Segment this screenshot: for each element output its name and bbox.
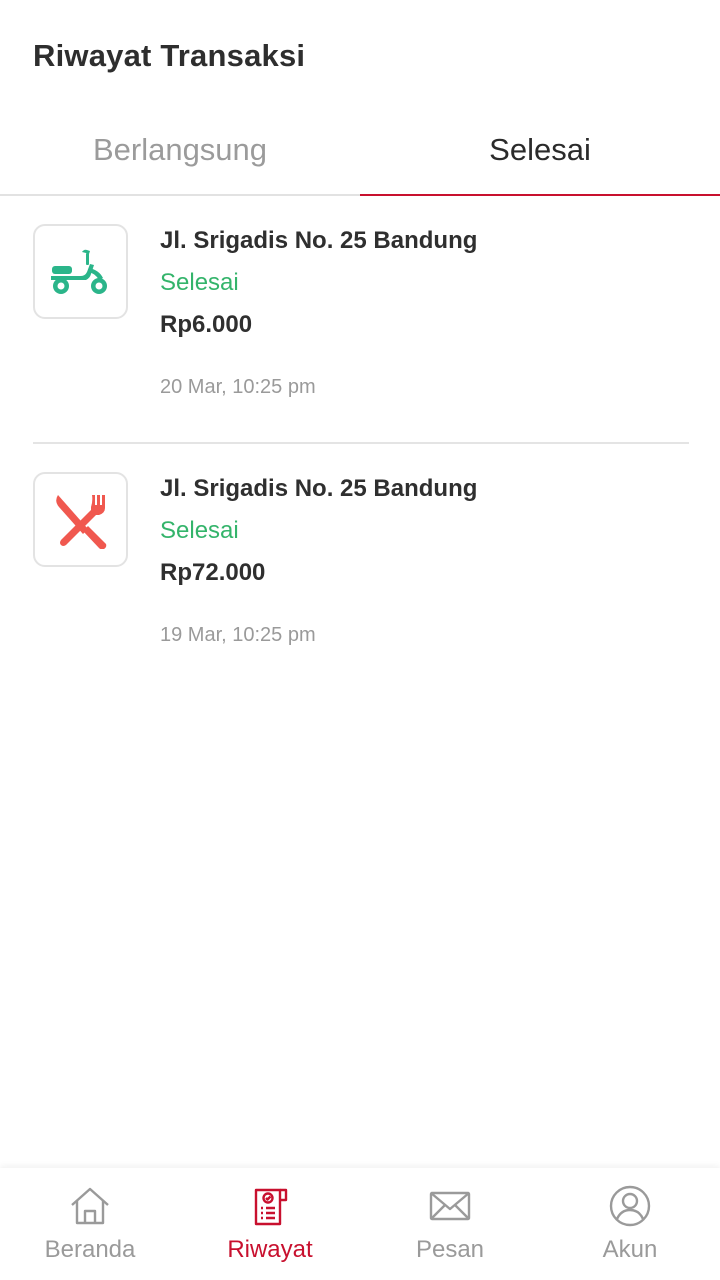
transaction-item[interactable]: Jl. Srigadis No. 25 Bandung Selesai Rp72… [33, 442, 689, 688]
transaction-list: Jl. Srigadis No. 25 Bandung Selesai Rp6.… [0, 196, 720, 688]
tab-selesai[interactable]: Selesai [360, 112, 720, 196]
transaction-status: Selesai [160, 517, 239, 544]
nav-pesan[interactable]: Pesan [360, 1168, 540, 1280]
bottom-nav: Beranda Riwayat Pesan Akun [0, 1168, 720, 1280]
service-icon-box [33, 224, 128, 319]
transaction-address: Jl. Srigadis No. 25 Bandung [160, 227, 478, 254]
nav-riwayat[interactable]: Riwayat [180, 1168, 360, 1280]
page-title: Riwayat Transaksi [33, 38, 306, 73]
nav-akun[interactable]: Akun [540, 1168, 720, 1280]
transaction-price: Rp72.000 [160, 559, 266, 586]
transaction-time: 20 Mar, 10:25 pm [160, 376, 316, 398]
transaction-address: Jl. Srigadis No. 25 Bandung [160, 475, 478, 502]
mail-icon [428, 1184, 472, 1228]
service-icon-box [33, 472, 128, 567]
history-icon [248, 1184, 292, 1228]
nav-label: Riwayat [227, 1236, 313, 1263]
transaction-price: Rp6.000 [160, 311, 253, 338]
nav-label: Beranda [44, 1236, 136, 1263]
home-icon [68, 1184, 112, 1228]
transaction-item[interactable]: Jl. Srigadis No. 25 Bandung Selesai Rp6.… [33, 196, 689, 442]
account-icon [608, 1184, 652, 1228]
transaction-details: Jl. Srigadis No. 25 Bandung Selesai Rp6.… [160, 224, 689, 402]
food-utensils-icon [55, 494, 106, 549]
transaction-time: 19 Mar, 10:25 pm [160, 624, 316, 646]
nav-label: Pesan [415, 1236, 485, 1263]
nav-beranda[interactable]: Beranda [0, 1168, 180, 1280]
tab-berlangsung[interactable]: Berlangsung [0, 112, 360, 196]
scooter-icon [50, 249, 107, 294]
transaction-details: Jl. Srigadis No. 25 Bandung Selesai Rp72… [160, 472, 689, 650]
transaction-status: Selesai [160, 269, 239, 296]
nav-label: Akun [602, 1236, 658, 1263]
tab-bar: Berlangsung Selesai [0, 112, 720, 196]
history-screen: Riwayat Transaksi Berlangsung Selesai Jl… [0, 0, 720, 1280]
app-header: Riwayat Transaksi [0, 0, 720, 110]
